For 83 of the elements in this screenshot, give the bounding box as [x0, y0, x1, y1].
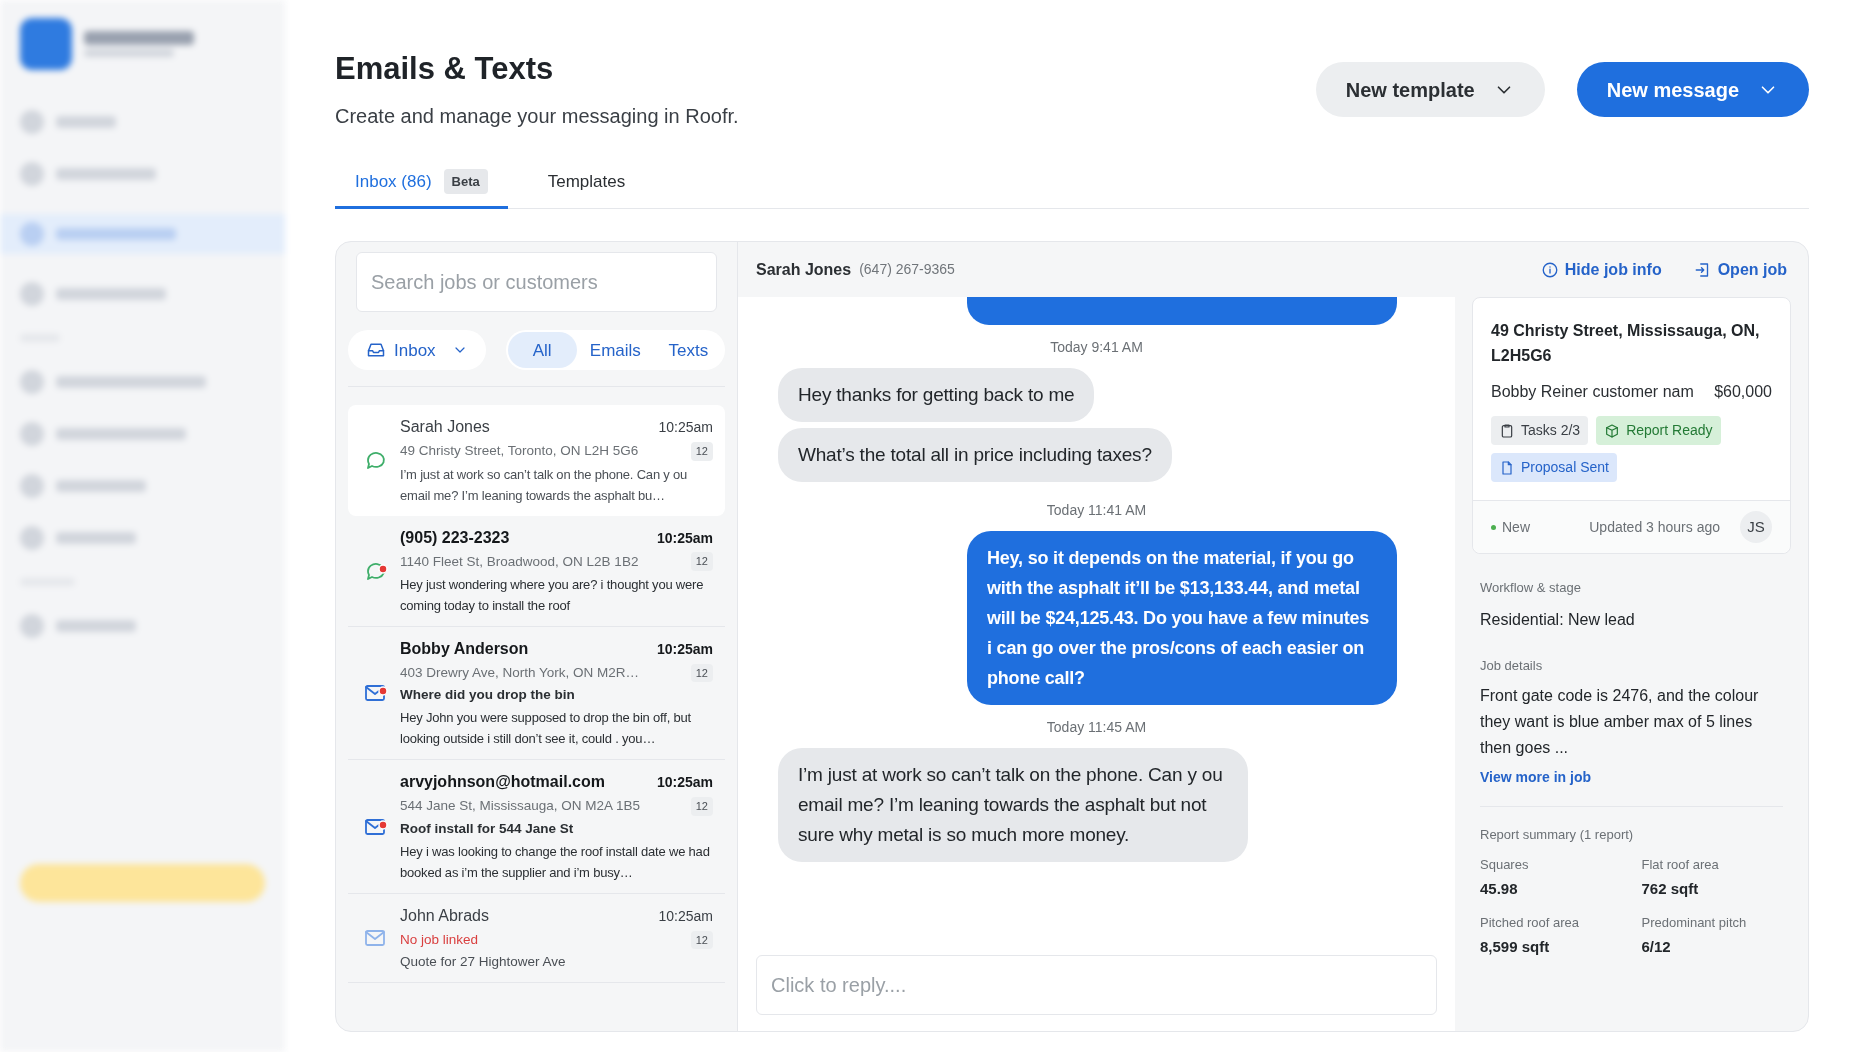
reply-field[interactable]: Click to reply.... [756, 955, 1437, 1015]
status-chip: Tasks 2/3 [1491, 416, 1589, 446]
contact-name: Sarah Jones [400, 417, 490, 438]
count-badge: 12 [690, 442, 713, 461]
status-chip: Report Ready [1596, 416, 1721, 446]
thread-subject: Roof install for 544 Jane St [400, 819, 575, 838]
metric-value: 45.98 [1480, 879, 1519, 900]
new-template-button[interactable]: New template [1315, 62, 1545, 117]
status-chip: Proposal Sent [1491, 453, 1617, 483]
thread-row[interactable]: John Abrads 10:25am No job linked 12 Quote for 27 Hightower Ave [348, 893, 725, 984]
workflow-stage: Residential: New lead [1480, 609, 1636, 630]
beta-badge: Beta [443, 168, 488, 195]
metric-value: 8,599 sqft [1480, 937, 1551, 958]
info-icon [1540, 260, 1559, 279]
no-job-warning: No job linked [400, 930, 479, 949]
page-subtitle: Create and manage your messaging in Roofr. [335, 103, 739, 129]
thread-address: 403 Drewry Ave, North York, ON M2R… [400, 663, 640, 682]
count-badge: 12 [690, 797, 713, 816]
count-badge: 12 [690, 930, 713, 950]
thread-time: 10:25am [656, 773, 713, 793]
job-status: New [1502, 517, 1530, 537]
section-label: Report summary (1 report) [1480, 826, 1635, 845]
tab[interactable]: Inbox (86) Beta [335, 168, 508, 210]
thread-address: 1140 Fleet St, Broadwood, ON L2B 1B2 [400, 552, 639, 571]
metric-label: Pitched roof area [1480, 913, 1580, 932]
count-badge: 12 [690, 663, 713, 683]
thread-time: 10:25am [656, 528, 713, 548]
message-bubble-outgoing: Hey, so it depends on the material, if you go with the asphalt it’ll be $13,133.44, and metal will be $24,125.43. Do you have a few minutes i can go over the pros/cons of each easier on phone call? [967, 531, 1397, 706]
tab[interactable]: Templates [527, 168, 646, 210]
contact-name: Bobby Anderson [400, 638, 529, 659]
metric-value: 762 sqft [1641, 879, 1700, 900]
metric-label: Predominant pitch [1641, 913, 1748, 932]
thread-time: 10:25am [658, 906, 713, 926]
search-field[interactable]: Search jobs or customers [356, 252, 717, 313]
thread-preview: I’m just at work so can’t talk on the phone. Can y ou email me? I’m leaning towards the asphalt bu… [400, 465, 689, 505]
assignee-avatar: JS [1740, 511, 1772, 544]
contact-name: arvyjohnson@hotmail.com [400, 772, 605, 793]
thread-row[interactable]: (905) 223-2323 10:25am 1140 Fleet St, Broadwood, ON L2B 1B2 12 Hey just wondering where you are? i thought you were coming today to install the roof [348, 515, 725, 627]
clipboard-icon [1499, 422, 1515, 439]
hide-job-info-link[interactable]: Hide job info [1540, 257, 1662, 282]
section-label: Workflow & stage [1480, 579, 1582, 598]
message-bubble-incoming: I’m just at work so can’t talk on the phone. Can y ou email me? I’m leaning towards the asphalt but not sure why metal is so much more money. [778, 748, 1248, 863]
section-label: Job details [1480, 656, 1544, 675]
thread-row-selected[interactable]: Sarah Jones 10:25am 49 Christy Street, Toronto, ON L2H 5G6 12 I’m just at work so can’t talk on the phone. Can y ou email me? I’m leaning towards the asphalt bu… [348, 405, 725, 516]
filter-tab[interactable]: Emails [580, 332, 650, 369]
thread-address: 49 Christy Street, Toronto, ON L2H 5G6 [400, 442, 639, 461]
message-timestamp: Today 11:41 AM [1046, 501, 1147, 521]
view-more-link[interactable]: View more in job [1480, 767, 1591, 789]
thread-time: 10:25am [656, 639, 713, 659]
contact-name: John Abrads [400, 905, 489, 926]
thread-address: 544 Jane St, Mississauga, ON M2A 1B5 [400, 797, 641, 816]
thread-time: 10:25am [658, 418, 713, 438]
contact-name: Sarah Jones [756, 259, 852, 280]
page-title: Emails & Texts [335, 50, 555, 88]
contact-name: (905) 223-2323 [400, 527, 510, 548]
message-timestamp: Today 9:41 AM [1050, 338, 1143, 358]
job-address: 49 Christy Street, Mississauga, ON, L2H5G6 [1491, 321, 1761, 367]
thread-preview: Hey i was looking to change the roof install date we had booked as i’m the supplier and i’m busy… [400, 842, 711, 882]
contact-phone: (647) 267-9365 [859, 260, 955, 280]
message-timestamp: Today 11:45 AM [1046, 718, 1147, 738]
folder-dropdown[interactable]: Inbox [348, 330, 486, 371]
count-badge: 12 [690, 552, 713, 571]
filter-tab[interactable]: All [507, 332, 577, 369]
customer-name: Bobby Reiner customer nam [1491, 382, 1694, 403]
thread-row[interactable]: arvyjohnson@hotmail.com 10:25am 544 Jane St, Mississauga, ON M2A 1B5 12 Roof install for 544 Jane St Hey i was looking to change the roof install date we had booked as i’m the supplier and i’m busy… [348, 760, 725, 894]
thread-subject: Where did you drop the bin [400, 686, 576, 704]
thread-preview: Hey John you were supposed to drop the bin off, but looking outside i still don’t see it, could . you… [400, 709, 692, 749]
message-bubble-incoming: Hey thanks for getting back to me [778, 368, 1095, 423]
job-details-text: Front gate code is 2476, and the colour they want is blue amber max of 5 lines then goes ... [1480, 686, 1760, 759]
thread-preview: Hey just wondering where you are? i thought you were coming today to install the roof [400, 575, 705, 615]
open-job-link[interactable]: Open job [1693, 257, 1787, 282]
thread-row[interactable]: Bobby Anderson 10:25am 403 Drewry Ave, North York, ON M2R… 12 Where did you drop the bin Hey John you were supposed to drop the bin off, but looking outside i still don’t see it, could . you… [348, 626, 725, 761]
metric-label: Squares [1480, 855, 1530, 874]
job-value: $60,000 [1714, 382, 1772, 403]
updated-time: Updated 3 hours ago [1589, 517, 1720, 537]
document-icon [1499, 459, 1515, 476]
cube-icon [1604, 422, 1621, 439]
metric-value: 6/12 [1641, 937, 1672, 958]
message-bubble-incoming: What’s the total all in price including taxes? [778, 428, 1172, 483]
thread-subject: Quote for 27 Hightower Ave [400, 953, 567, 971]
filter-tab[interactable]: Texts [653, 332, 723, 369]
new-message-button[interactable]: New message [1576, 62, 1809, 117]
metric-label: Flat roof area [1641, 855, 1720, 874]
